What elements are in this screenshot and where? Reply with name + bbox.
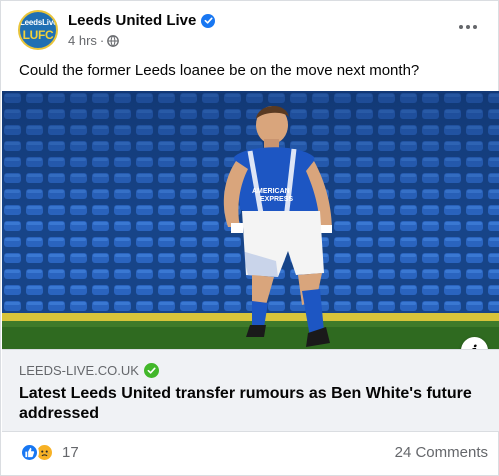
link-domain: LEEDS-LIVE.CO.UK	[19, 363, 139, 378]
shirt-sponsor-line1: AMERICAN	[252, 188, 290, 195]
link-title[interactable]: Latest Leeds United transfer rumours as …	[19, 384, 484, 424]
reaction-count: 17	[62, 444, 79, 461]
shirt-sponsor-line2: EXPRESS	[260, 196, 293, 203]
comments-count-link[interactable]: 24 Comments	[395, 444, 488, 461]
avatar-text-top: LeedsLive	[20, 18, 58, 27]
post-footer: 17 24 Comments	[1, 433, 498, 473]
like-reaction-icon	[20, 443, 39, 462]
meta-separator: ·	[99, 33, 105, 48]
post-timestamp[interactable]: 4 hrs	[68, 33, 97, 48]
link-preview[interactable]: LEEDS-LIVE.CO.UK Latest Leeds United tra…	[2, 349, 499, 432]
link-domain-row: LEEDS-LIVE.CO.UK	[19, 363, 159, 378]
post-header: LeedsLive LUFC Leeds United Live 4 hrs ·	[1, 1, 498, 57]
post-image[interactable]: AMERICAN EXPRESS	[2, 91, 499, 349]
post-meta: 4 hrs ·	[68, 33, 120, 48]
post-caption: Could the former Leeds loanee be on the …	[19, 62, 420, 79]
page-name-link[interactable]: Leeds United Live	[68, 12, 196, 29]
football-player-photo: AMERICAN EXPRESS	[2, 91, 499, 349]
post-card: LeedsLive LUFC Leeds United Live 4 hrs ·…	[0, 0, 499, 476]
domain-verified-icon	[143, 363, 159, 378]
verified-badge-icon	[201, 13, 216, 28]
reactions-summary[interactable]: 17	[20, 443, 79, 462]
page-name-row: Leeds United Live	[68, 12, 216, 29]
globe-icon	[107, 34, 120, 47]
page-avatar[interactable]: LeedsLive LUFC	[18, 10, 58, 50]
avatar-text-bottom: LUFC	[22, 28, 54, 42]
more-options-icon[interactable]	[452, 15, 484, 39]
